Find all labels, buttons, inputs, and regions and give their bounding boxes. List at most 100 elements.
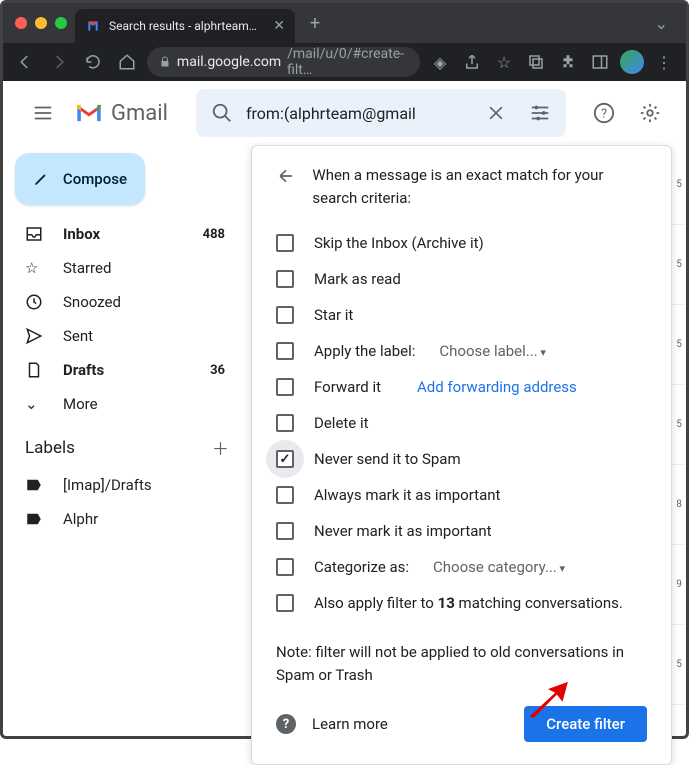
checkbox[interactable]	[276, 342, 294, 360]
nav-label: Inbox	[63, 225, 100, 243]
label-icon	[25, 510, 45, 528]
compose-button[interactable]: Compose	[15, 153, 145, 205]
sidebar-label-alphr[interactable]: Alphr	[3, 502, 241, 536]
checkbox[interactable]	[276, 486, 294, 504]
bookmark-icon[interactable]: ☆	[490, 48, 518, 76]
option-never-spam[interactable]: Never send it to Spam	[276, 441, 647, 477]
checkbox[interactable]	[276, 594, 294, 612]
gmail-logo-icon	[75, 102, 103, 124]
sidebar-item-sent[interactable]: Sent	[3, 319, 241, 353]
checkbox[interactable]	[276, 558, 294, 576]
sidebar-item-drafts[interactable]: Drafts 36	[3, 353, 241, 387]
inbox-icon	[25, 225, 45, 243]
label-text: Alphr	[63, 510, 98, 528]
labels-heading-text: Labels	[25, 438, 75, 458]
filter-note: Note: filter will not be applied to old …	[276, 641, 647, 686]
option-never-important[interactable]: Never mark it as important	[276, 513, 647, 549]
search-options-icon[interactable]	[520, 93, 560, 133]
support-button[interactable]: ?	[584, 93, 624, 133]
sidebar-item-starred[interactable]: ☆ Starred	[3, 251, 241, 285]
tabs-icon[interactable]	[522, 48, 550, 76]
file-icon	[25, 361, 45, 379]
option-apply-label[interactable]: Apply the label: Choose label...	[276, 333, 647, 369]
eye-icon[interactable]: ◈	[426, 48, 454, 76]
url-path: /mail/u/0/#create-filt…	[287, 47, 408, 77]
search-bar[interactable]	[196, 89, 566, 137]
back-arrow-button[interactable]	[276, 164, 296, 209]
option-skip-inbox[interactable]: Skip the Inbox (Archive it)	[276, 225, 647, 261]
nav-count: 488	[203, 227, 225, 242]
bg-row-frag: 5	[672, 145, 686, 225]
forward-button[interactable]	[45, 48, 73, 76]
sidepanel-icon[interactable]	[586, 48, 614, 76]
back-button[interactable]	[11, 48, 39, 76]
star-icon: ☆	[25, 259, 45, 277]
category-dropdown[interactable]: Choose category...	[433, 558, 565, 576]
option-categorize[interactable]: Categorize as: Choose category...	[276, 549, 647, 585]
app-name: Gmail	[111, 101, 168, 126]
arrow-left-icon	[276, 166, 296, 186]
lock-icon	[159, 55, 171, 69]
option-star-it[interactable]: Star it	[276, 297, 647, 333]
gmail-logo[interactable]: Gmail	[75, 101, 168, 126]
nav-label: Starred	[63, 259, 111, 277]
tabs-dropdown-icon[interactable]: ⌄	[645, 14, 678, 33]
checkbox[interactable]	[276, 414, 294, 432]
compose-label: Compose	[63, 170, 127, 188]
checkbox[interactable]	[276, 270, 294, 288]
option-delete-it[interactable]: Delete it	[276, 405, 647, 441]
learn-more-link[interactable]: Learn more	[312, 715, 388, 733]
reload-button[interactable]	[79, 48, 107, 76]
main-area: 5 5 5 5 8 9 5 When a message is an exact…	[251, 145, 686, 736]
checkbox-checked[interactable]	[276, 450, 294, 468]
profile-avatar[interactable]	[618, 48, 646, 76]
create-filter-button[interactable]: Create filter	[524, 706, 647, 742]
checkbox[interactable]	[276, 378, 294, 396]
browser-chrome: Search results - alphrteam@… ✕ + ⌄ mail.…	[3, 3, 686, 81]
share-icon[interactable]	[458, 48, 486, 76]
option-label: Delete it	[314, 414, 369, 432]
browser-tab[interactable]: Search results - alphrteam@… ✕	[75, 9, 295, 43]
search-icon[interactable]	[202, 93, 242, 133]
nav-count: 36	[210, 363, 225, 378]
clear-search-icon[interactable]	[476, 93, 516, 133]
bg-row-frag: 5	[672, 225, 686, 305]
browser-menu-icon[interactable]: ⋮	[650, 48, 678, 76]
close-tab-icon[interactable]: ✕	[273, 18, 285, 34]
address-bar[interactable]: mail.google.com/mail/u/0/#create-filt…	[147, 47, 420, 77]
option-forward-it[interactable]: Forward it Add forwarding address	[276, 369, 647, 405]
home-button[interactable]	[113, 48, 141, 76]
also-apply-post: matching conversations.	[455, 594, 623, 612]
chevron-down-icon: ⌄	[25, 395, 45, 413]
maximize-window[interactable]	[55, 17, 67, 29]
help-icon[interactable]: ?	[276, 714, 296, 734]
label-dropdown[interactable]: Choose label...	[439, 342, 546, 360]
sidebar-item-snoozed[interactable]: Snoozed	[3, 285, 241, 319]
filter-panel: When a message is an exact match for you…	[251, 145, 672, 765]
add-forwarding-link[interactable]: Add forwarding address	[417, 378, 577, 396]
nav-label: Sent	[63, 327, 93, 345]
sidebar-item-inbox[interactable]: Inbox 488	[3, 217, 241, 251]
main-menu-button[interactable]	[19, 89, 67, 137]
option-mark-read[interactable]: Mark as read	[276, 261, 647, 297]
nav-label: Snoozed	[63, 293, 121, 311]
sidebar-item-more[interactable]: ⌄ More	[3, 387, 241, 421]
minimize-window[interactable]	[35, 17, 47, 29]
option-always-important[interactable]: Always mark it as important	[276, 477, 647, 513]
checkbox[interactable]	[276, 306, 294, 324]
help-icon: ?	[593, 102, 615, 124]
search-input[interactable]	[246, 104, 472, 123]
bg-row-frag: 8	[672, 465, 686, 545]
add-label-button[interactable]: ＋	[212, 435, 229, 460]
close-window[interactable]	[15, 17, 27, 29]
checkbox[interactable]	[276, 522, 294, 540]
option-label: Apply the label:	[314, 342, 415, 360]
checkbox[interactable]	[276, 234, 294, 252]
sidebar-label-imap-drafts[interactable]: [Imap]/Drafts	[3, 468, 241, 502]
extensions-icon[interactable]	[554, 48, 582, 76]
new-tab-button[interactable]: +	[301, 9, 329, 37]
option-label: Forward it	[314, 378, 381, 396]
option-also-apply[interactable]: Also apply filter to 13 matching convers…	[276, 585, 647, 621]
settings-button[interactable]	[630, 93, 670, 133]
tab-title: Search results - alphrteam@…	[109, 19, 265, 33]
